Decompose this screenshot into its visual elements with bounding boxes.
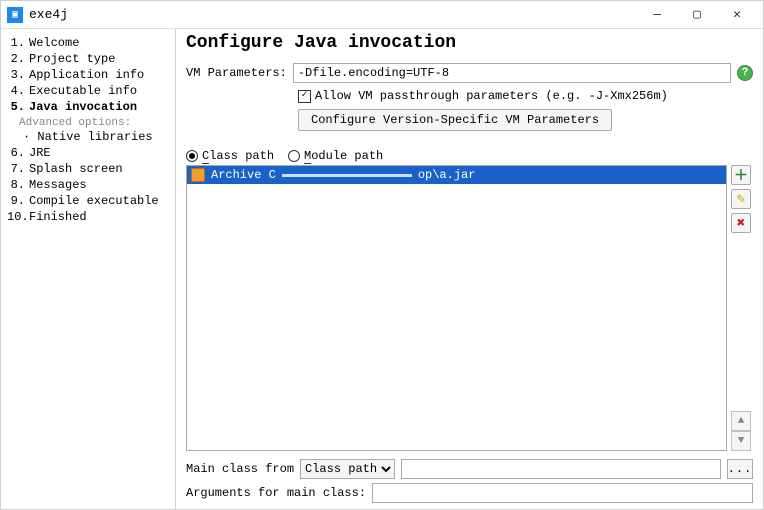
radio-modulepath[interactable]: Module path <box>288 149 383 163</box>
radio-classpath[interactable]: Class path <box>186 149 274 163</box>
step-jre[interactable]: 6.JRE <box>5 145 171 161</box>
close-button[interactable]: ✕ <box>717 4 757 26</box>
entry-suffix: op\a.jar <box>418 168 476 182</box>
allow-passthrough-checkbox[interactable]: ✓ Allow VM passthrough parameters (e.g. … <box>298 89 668 103</box>
radio-classpath-label: lass path <box>209 149 274 163</box>
window-title: exe4j <box>29 7 637 22</box>
radio-icon <box>186 150 198 162</box>
vm-params-input[interactable] <box>293 63 731 83</box>
minimize-button[interactable]: — <box>637 4 677 26</box>
advanced-options-label: Advanced options: <box>5 115 171 129</box>
step-messages[interactable]: 8.Messages <box>5 177 171 193</box>
step-nativelibs[interactable]: · Native libraries <box>5 129 171 145</box>
mainclass-input[interactable] <box>401 459 721 479</box>
maximize-button[interactable]: ▢ <box>677 4 717 26</box>
obscured-path <box>282 174 412 177</box>
classpath-list[interactable]: Archive C op\a.jar <box>186 165 727 451</box>
step-appinfo[interactable]: 3.Application info <box>5 67 171 83</box>
sidebar: 1.Welcome 2.Project type 3.Application i… <box>1 29 176 509</box>
step-welcome[interactable]: 1.Welcome <box>5 35 171 51</box>
step-javainvocation[interactable]: 5.Java invocation <box>5 99 171 115</box>
edit-button[interactable]: ✎ <box>731 189 751 209</box>
move-up-button[interactable]: ▲ <box>731 411 751 431</box>
add-button[interactable]: ＋ <box>731 165 751 185</box>
page-title: Configure Java invocation <box>186 33 753 53</box>
mainclass-source-select[interactable]: Class path <box>300 459 395 479</box>
step-projecttype[interactable]: 2.Project type <box>5 51 171 67</box>
classpath-entry[interactable]: Archive C op\a.jar <box>187 166 726 184</box>
step-compile[interactable]: 9.Compile executable <box>5 193 171 209</box>
move-down-button[interactable]: ▼ <box>731 431 751 451</box>
args-label: Arguments for main class: <box>186 486 366 500</box>
args-input[interactable] <box>372 483 753 503</box>
jar-icon <box>191 168 205 182</box>
help-icon[interactable]: ? <box>737 65 753 81</box>
titlebar: ▣ exe4j — ▢ ✕ <box>1 1 763 29</box>
step-exeinfo[interactable]: 4.Executable info <box>5 83 171 99</box>
browse-mainclass-button[interactable]: ... <box>727 459 753 479</box>
vm-params-label: VM Parameters: <box>186 66 287 80</box>
radio-modulepath-label: odule path <box>311 149 383 163</box>
remove-button[interactable]: ✖ <box>731 213 751 233</box>
step-finished[interactable]: 10.Finished <box>5 209 171 225</box>
app-icon: ▣ <box>7 7 23 23</box>
config-version-params-button[interactable]: Configure Version-Specific VM Parameters <box>298 109 612 131</box>
entry-prefix: Archive C <box>211 168 276 182</box>
allow-passthrough-label: Allow VM passthrough parameters (e.g. -J… <box>315 89 668 103</box>
radio-icon <box>288 150 300 162</box>
mainclass-label: Main class from <box>186 462 294 476</box>
step-splash[interactable]: 7.Splash screen <box>5 161 171 177</box>
check-icon: ✓ <box>298 90 311 103</box>
